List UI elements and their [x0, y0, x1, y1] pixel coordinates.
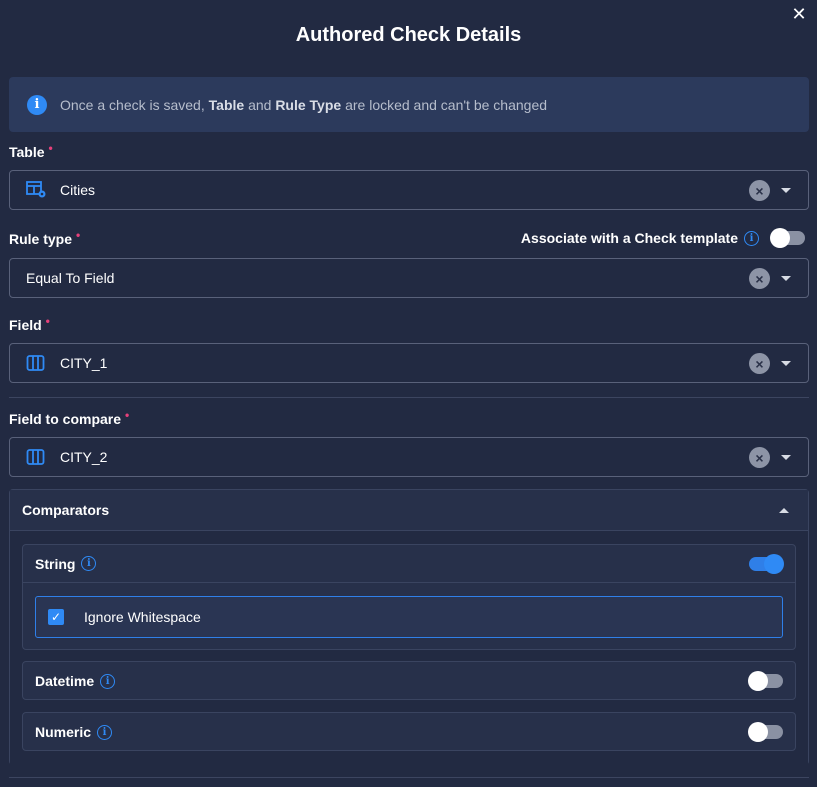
clear-icon[interactable]: ×	[749, 180, 770, 201]
numeric-label: Numeric	[35, 724, 92, 740]
numeric-comparator: Numeric i	[22, 712, 796, 751]
divider	[9, 397, 809, 398]
datetime-toggle[interactable]	[748, 671, 783, 691]
associate-template: Associate with a Check template i	[521, 228, 805, 248]
field-select[interactable]: CITY_1 ×	[9, 343, 809, 383]
info-icon[interactable]: i	[97, 724, 113, 740]
comparators-panel: Comparators String i ✓ Ignore Whitespace…	[9, 489, 809, 765]
chevron-down-icon[interactable]	[781, 188, 791, 193]
required-marker: •	[45, 314, 50, 328]
close-icon[interactable]: ✕	[789, 4, 809, 24]
table-select[interactable]: Cities ×	[9, 170, 809, 210]
clear-icon[interactable]: ×	[749, 447, 770, 468]
required-marker: •	[76, 228, 81, 242]
banner-text: Once a check is saved, Table and Rule Ty…	[60, 96, 548, 113]
clear-icon[interactable]: ×	[749, 268, 770, 289]
table-label: Table •	[9, 141, 53, 160]
string-comparator: String i ✓ Ignore Whitespace	[22, 544, 796, 650]
ignore-whitespace-label: Ignore Whitespace	[84, 609, 201, 625]
columns-icon	[26, 448, 48, 466]
comparators-body: String i ✓ Ignore Whitespace Datetime i …	[10, 531, 808, 765]
chevron-down-icon[interactable]	[781, 276, 791, 281]
info-banner: i Once a check is saved, Table and Rule …	[9, 77, 809, 132]
datetime-header: Datetime i	[23, 662, 795, 700]
string-header: String i	[23, 545, 795, 583]
associate-template-toggle[interactable]	[770, 228, 805, 248]
datetime-label: Datetime	[35, 673, 95, 689]
rule-type-value: Equal To Field	[26, 270, 115, 286]
chevron-up-icon[interactable]	[779, 508, 789, 513]
columns-icon	[26, 354, 48, 372]
numeric-toggle[interactable]	[748, 722, 783, 742]
table-settings-icon	[26, 181, 48, 199]
info-icon[interactable]: i	[81, 556, 97, 571]
rule-type-label: Rule type •	[9, 228, 81, 247]
field-compare-select[interactable]: CITY_2 ×	[9, 437, 809, 477]
dialog-title: Authored Check Details	[295, 24, 522, 46]
required-marker: •	[48, 141, 53, 155]
string-label: String	[35, 555, 76, 572]
field-compare-value: CITY_2	[60, 449, 108, 465]
chevron-down-icon[interactable]	[781, 455, 791, 460]
clear-icon[interactable]: ×	[749, 353, 770, 374]
required-marker: •	[125, 408, 130, 422]
field-compare-label: Field to compare •	[9, 408, 130, 427]
info-icon: i	[27, 94, 47, 115]
checkbox-checked-icon[interactable]: ✓	[48, 609, 64, 625]
field-value: CITY_1	[60, 355, 108, 371]
ignore-whitespace-option[interactable]: ✓ Ignore Whitespace	[35, 596, 783, 638]
rule-type-select[interactable]: Equal To Field ×	[9, 258, 809, 298]
comparators-header[interactable]: Comparators	[10, 490, 808, 531]
numeric-header: Numeric i	[23, 713, 795, 751]
chevron-down-icon[interactable]	[781, 361, 791, 366]
field-label: Field •	[9, 314, 50, 333]
string-toggle[interactable]	[749, 554, 784, 574]
table-value: Cities	[60, 182, 96, 198]
datetime-comparator: Datetime i	[22, 661, 796, 700]
comparators-title: Comparators	[22, 502, 110, 518]
info-icon[interactable]: i	[100, 673, 116, 689]
info-icon[interactable]: i	[744, 230, 759, 246]
divider	[9, 777, 809, 778]
